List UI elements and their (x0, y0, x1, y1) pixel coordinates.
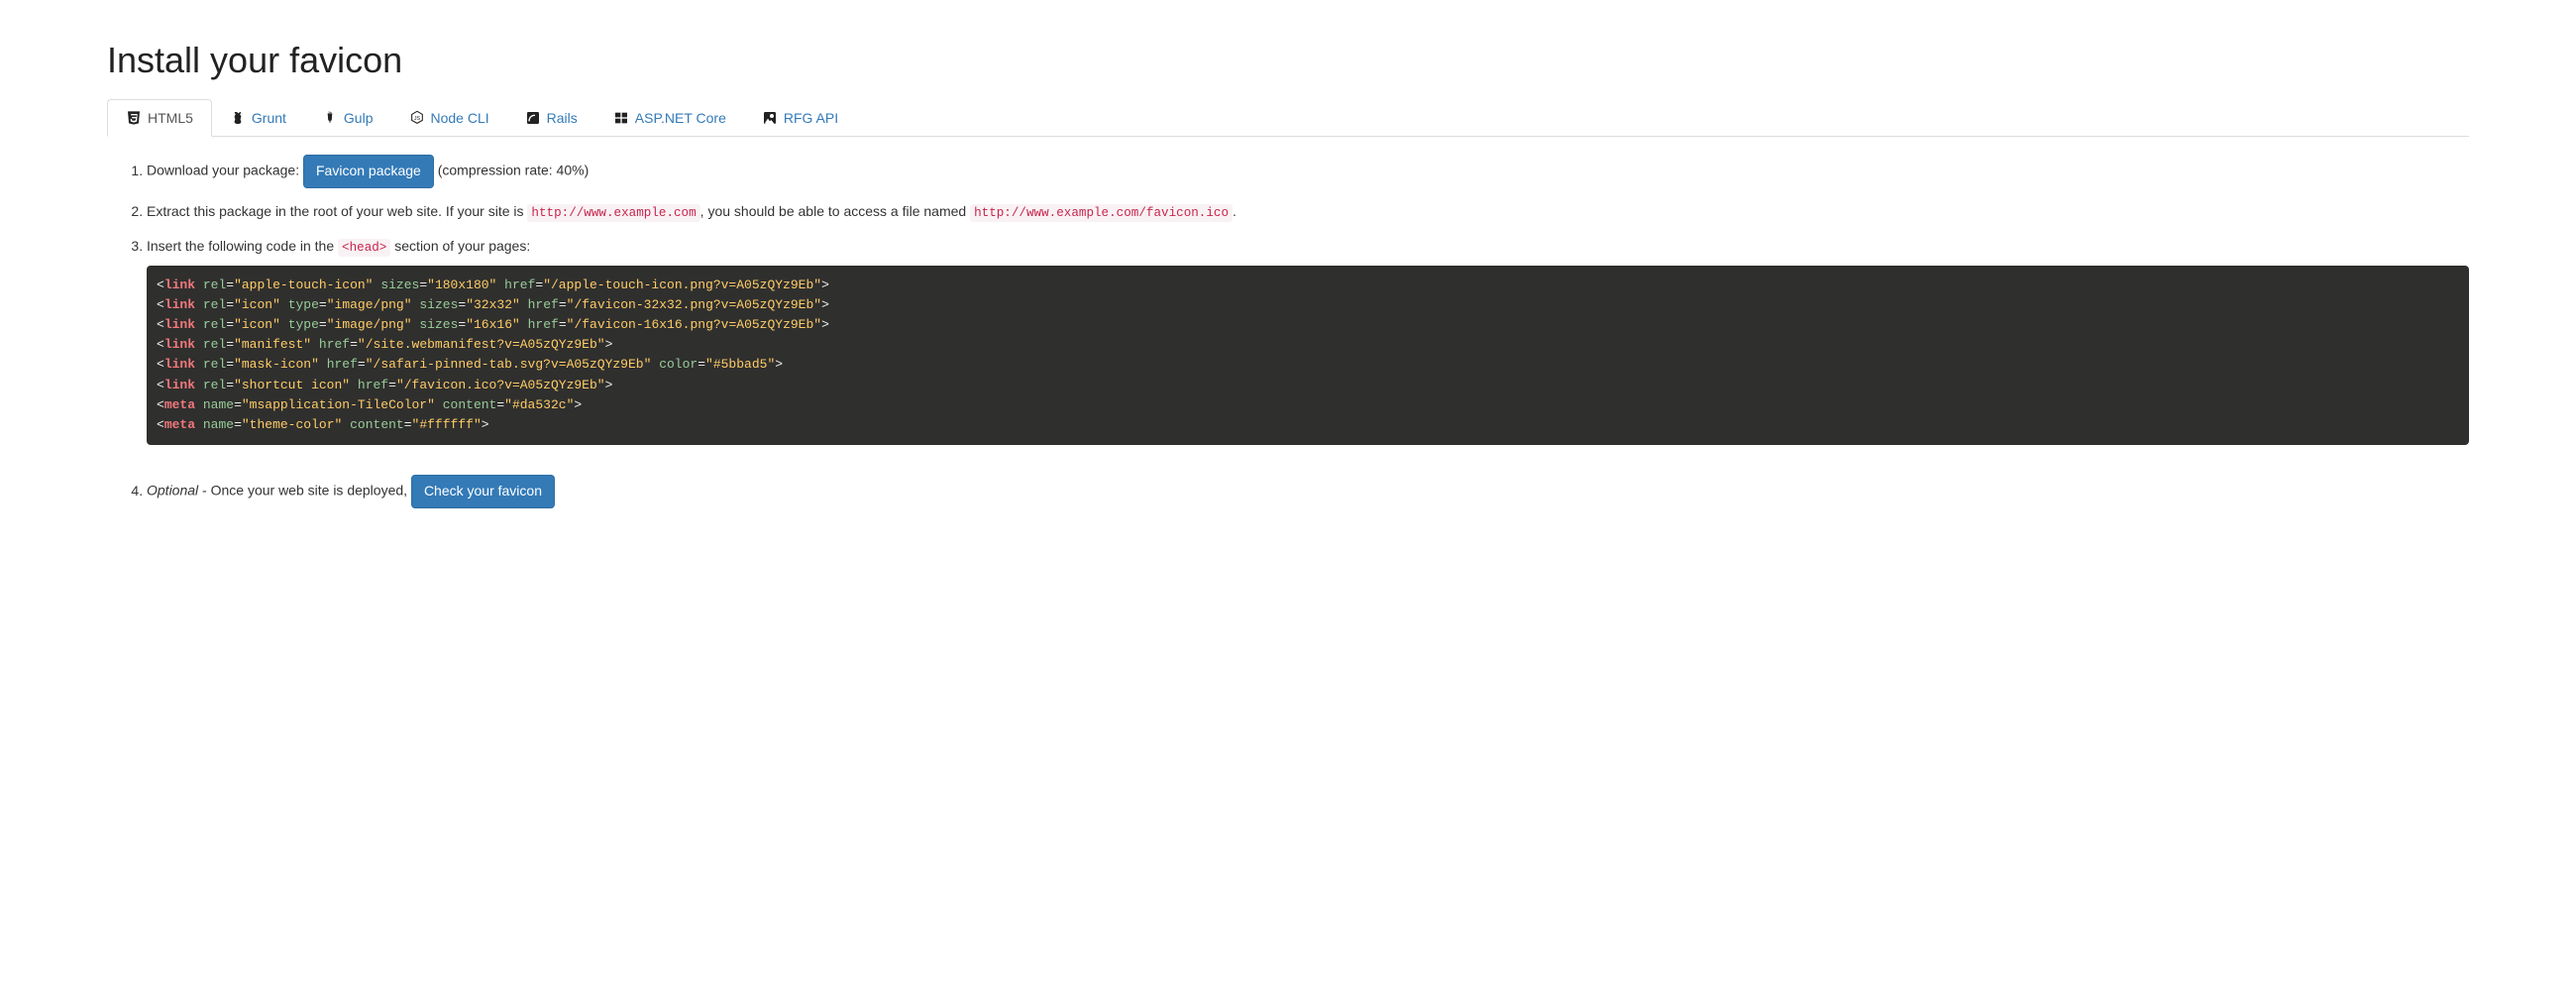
page-title: Install your favicon (107, 40, 2469, 81)
step-text: , you should be able to access a file na… (700, 203, 970, 219)
step-text: Download your package: (147, 163, 303, 178)
tab-aspnet[interactable]: ASP.NET Core (595, 99, 744, 136)
tab-gulp[interactable]: Gulp (304, 99, 391, 136)
step-optional-check: Optional - Once your web site is deploye… (147, 475, 2469, 508)
nav-tabs: HTML5 Grunt Gulp JS Node CLI Rails ASP.N… (107, 99, 2469, 137)
grunt-icon (230, 110, 246, 126)
check-favicon-button[interactable]: Check your favicon (411, 475, 555, 508)
tab-label: ASP.NET Core (635, 110, 726, 126)
tab-grunt[interactable]: Grunt (212, 99, 304, 136)
tab-label: Gulp (344, 110, 374, 126)
tab-label: RFG API (784, 110, 838, 126)
example-url: http://www.example.com (527, 204, 699, 222)
tab-rails[interactable]: Rails (507, 99, 595, 136)
nodejs-icon: JS (409, 110, 425, 126)
step-text: Insert the following code in the (147, 238, 338, 254)
tab-content: Download your package: Favicon package (… (107, 137, 2469, 508)
favicon-package-button[interactable]: Favicon package (303, 155, 434, 188)
windows-icon (613, 110, 629, 126)
step-insert-code: Insert the following code in the <head> … (147, 235, 2469, 445)
tab-label: Node CLI (431, 110, 489, 126)
gulp-icon (322, 110, 338, 126)
rails-icon (525, 110, 541, 126)
compression-rate: (compression rate: 40%) (438, 163, 590, 178)
step-text: section of your pages: (394, 238, 530, 254)
html5-icon (126, 110, 142, 126)
step-text: Extract this package in the root of your… (147, 203, 527, 219)
step-download: Download your package: Favicon package (… (147, 155, 2469, 188)
tab-label: Grunt (252, 110, 286, 126)
svg-text:JS: JS (413, 116, 420, 122)
head-tag-code: <head> (338, 239, 390, 257)
optional-label: Optional (147, 483, 198, 498)
step-text: - Once your web site is deployed, (198, 483, 411, 498)
favicon-url: http://www.example.com/favicon.ico (970, 204, 1233, 222)
step-extract: Extract this package in the root of your… (147, 200, 2469, 223)
code-block[interactable]: <link rel="apple-touch-icon" sizes="180x… (147, 266, 2469, 445)
tab-label: Rails (547, 110, 578, 126)
tab-html5[interactable]: HTML5 (107, 99, 212, 137)
tab-rfg[interactable]: RFG API (744, 99, 856, 136)
tab-node[interactable]: JS Node CLI (391, 99, 507, 136)
step-text: . (1233, 203, 1236, 219)
install-steps: Download your package: Favicon package (… (107, 155, 2469, 508)
rfg-icon (762, 110, 778, 126)
tab-label: HTML5 (148, 110, 193, 126)
